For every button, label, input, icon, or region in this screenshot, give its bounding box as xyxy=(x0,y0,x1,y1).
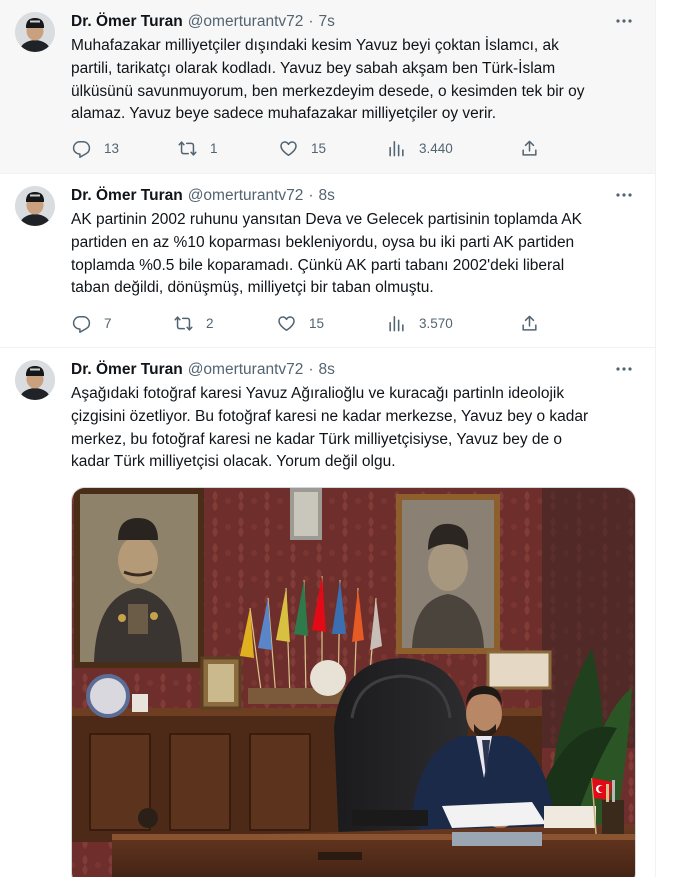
retweet-count: 2 xyxy=(206,315,214,331)
heart-icon xyxy=(278,315,295,331)
tweet-text-line: taban değildi, dönüşmüş, milliyetçi bir … xyxy=(71,279,434,297)
tweet-text: Muhafazakar milliyetçiler dışındaki kesi… xyxy=(71,35,636,126)
retweet-button[interactable]: 1 xyxy=(178,137,218,159)
reply-count: 7 xyxy=(104,315,112,331)
author-handle[interactable]: @omerturantv72 xyxy=(188,361,304,379)
view-count: 3.440 xyxy=(419,140,453,156)
retweet-button[interactable]: 2 xyxy=(174,312,214,334)
share-button[interactable] xyxy=(520,312,539,334)
more-options-icon[interactable] xyxy=(614,185,634,205)
views-button[interactable]: 3.570 xyxy=(387,312,453,334)
separator-dot: · xyxy=(308,187,314,204)
avatar[interactable] xyxy=(15,186,55,226)
tweet-2[interactable]: Dr. Ömer Turan @omerturantv72 · 8s AK pa… xyxy=(0,174,655,348)
view-count: 3.570 xyxy=(419,315,453,331)
author-name[interactable]: Dr. Ömer Turan xyxy=(71,187,183,205)
reply-icon xyxy=(72,140,91,158)
reply-icon xyxy=(72,315,91,333)
tweet-text-line: merkez, bu fotoğraf karesi ne kadar Türk… xyxy=(71,430,563,448)
tweet-text-line: AK partinin 2002 ruhunu yansıtan Deva ve… xyxy=(71,211,582,228)
reply-button[interactable]: 7 xyxy=(72,312,112,334)
timeline-feed: Dr. Ömer Turan @omerturantv72 · 7s Muhaf… xyxy=(0,0,656,877)
separator-dot: · xyxy=(308,361,314,378)
share-icon xyxy=(522,315,537,331)
tweet-text-line: Aşağıdaki fotoğraf karesi Yavuz Ağıralio… xyxy=(71,385,565,402)
tweet-text-line: toplamda %0.5 bile koparamadı. Çünkü AK … xyxy=(71,256,565,274)
tweet-text-line: partiden en az %10 koparması bekleniyord… xyxy=(71,233,575,251)
separator-dot: · xyxy=(308,13,314,30)
retweet-count: 1 xyxy=(210,140,218,156)
tweet-text: Aşağıdaki fotoğraf karesi Yavuz Ağıralio… xyxy=(71,383,636,474)
views-button[interactable]: 3.440 xyxy=(387,137,453,159)
views-icon xyxy=(389,315,404,331)
share-button[interactable] xyxy=(520,137,539,159)
tweet-photo[interactable] xyxy=(71,487,636,877)
tweet-text-line: alamaz. Yavuz beye sadece muhafazakar mi… xyxy=(71,105,497,123)
reply-count: 13 xyxy=(104,140,120,156)
author-handle[interactable]: @omerturantv72 xyxy=(188,13,304,31)
tweet-text: AK partinin 2002 ruhunu yansıtan Deva ve… xyxy=(71,209,636,300)
tweet-text-line: çizgisini özetliyor. Bu fotoğraf karesi … xyxy=(71,407,589,425)
like-count: 15 xyxy=(309,315,325,331)
reply-button[interactable]: 13 xyxy=(72,137,119,159)
views-icon xyxy=(389,140,404,156)
tweet-text-line: kadar Türk milliyetçisi olacak. Yorum de… xyxy=(71,453,396,471)
author-name[interactable]: Dr. Ömer Turan xyxy=(71,13,183,31)
tweet-1[interactable]: Dr. Ömer Turan @omerturantv72 · 7s Muhaf… xyxy=(0,0,655,174)
tweet-actions: 13 1 15 3.440 xyxy=(71,137,541,159)
more-options-icon[interactable] xyxy=(614,359,634,379)
author-name[interactable]: Dr. Ömer Turan xyxy=(71,361,183,379)
author-handle[interactable]: @omerturantv72 xyxy=(188,187,304,205)
tweet-text-line: ülküsünü savunmuyorum, ben merkezdeyim d… xyxy=(71,82,585,100)
more-options-icon[interactable] xyxy=(614,11,634,31)
tweet-text-line: Muhafazakar milliyetçiler dışındaki kesi… xyxy=(71,37,559,54)
tweet-actions: 7 2 15 3.570 xyxy=(71,312,541,334)
retweet-icon xyxy=(178,140,197,156)
like-button[interactable]: 15 xyxy=(279,137,326,159)
tweet-text-line: partili, tarikatçı olarak kodladı. Yavuz… xyxy=(71,59,556,77)
avatar[interactable] xyxy=(15,360,55,400)
like-button[interactable]: 15 xyxy=(277,312,324,334)
retweet-icon xyxy=(174,315,193,331)
heart-icon xyxy=(280,140,297,156)
tweet-time[interactable]: 8s xyxy=(319,361,335,379)
avatar[interactable] xyxy=(15,12,55,52)
share-icon xyxy=(522,140,537,156)
like-count: 15 xyxy=(311,140,327,156)
tweet-3[interactable]: Dr. Ömer Turan @omerturantv72 · 8s Aşağı… xyxy=(0,348,655,877)
tweet-time[interactable]: 8s xyxy=(319,187,335,205)
tweet-time[interactable]: 7s xyxy=(319,13,335,31)
